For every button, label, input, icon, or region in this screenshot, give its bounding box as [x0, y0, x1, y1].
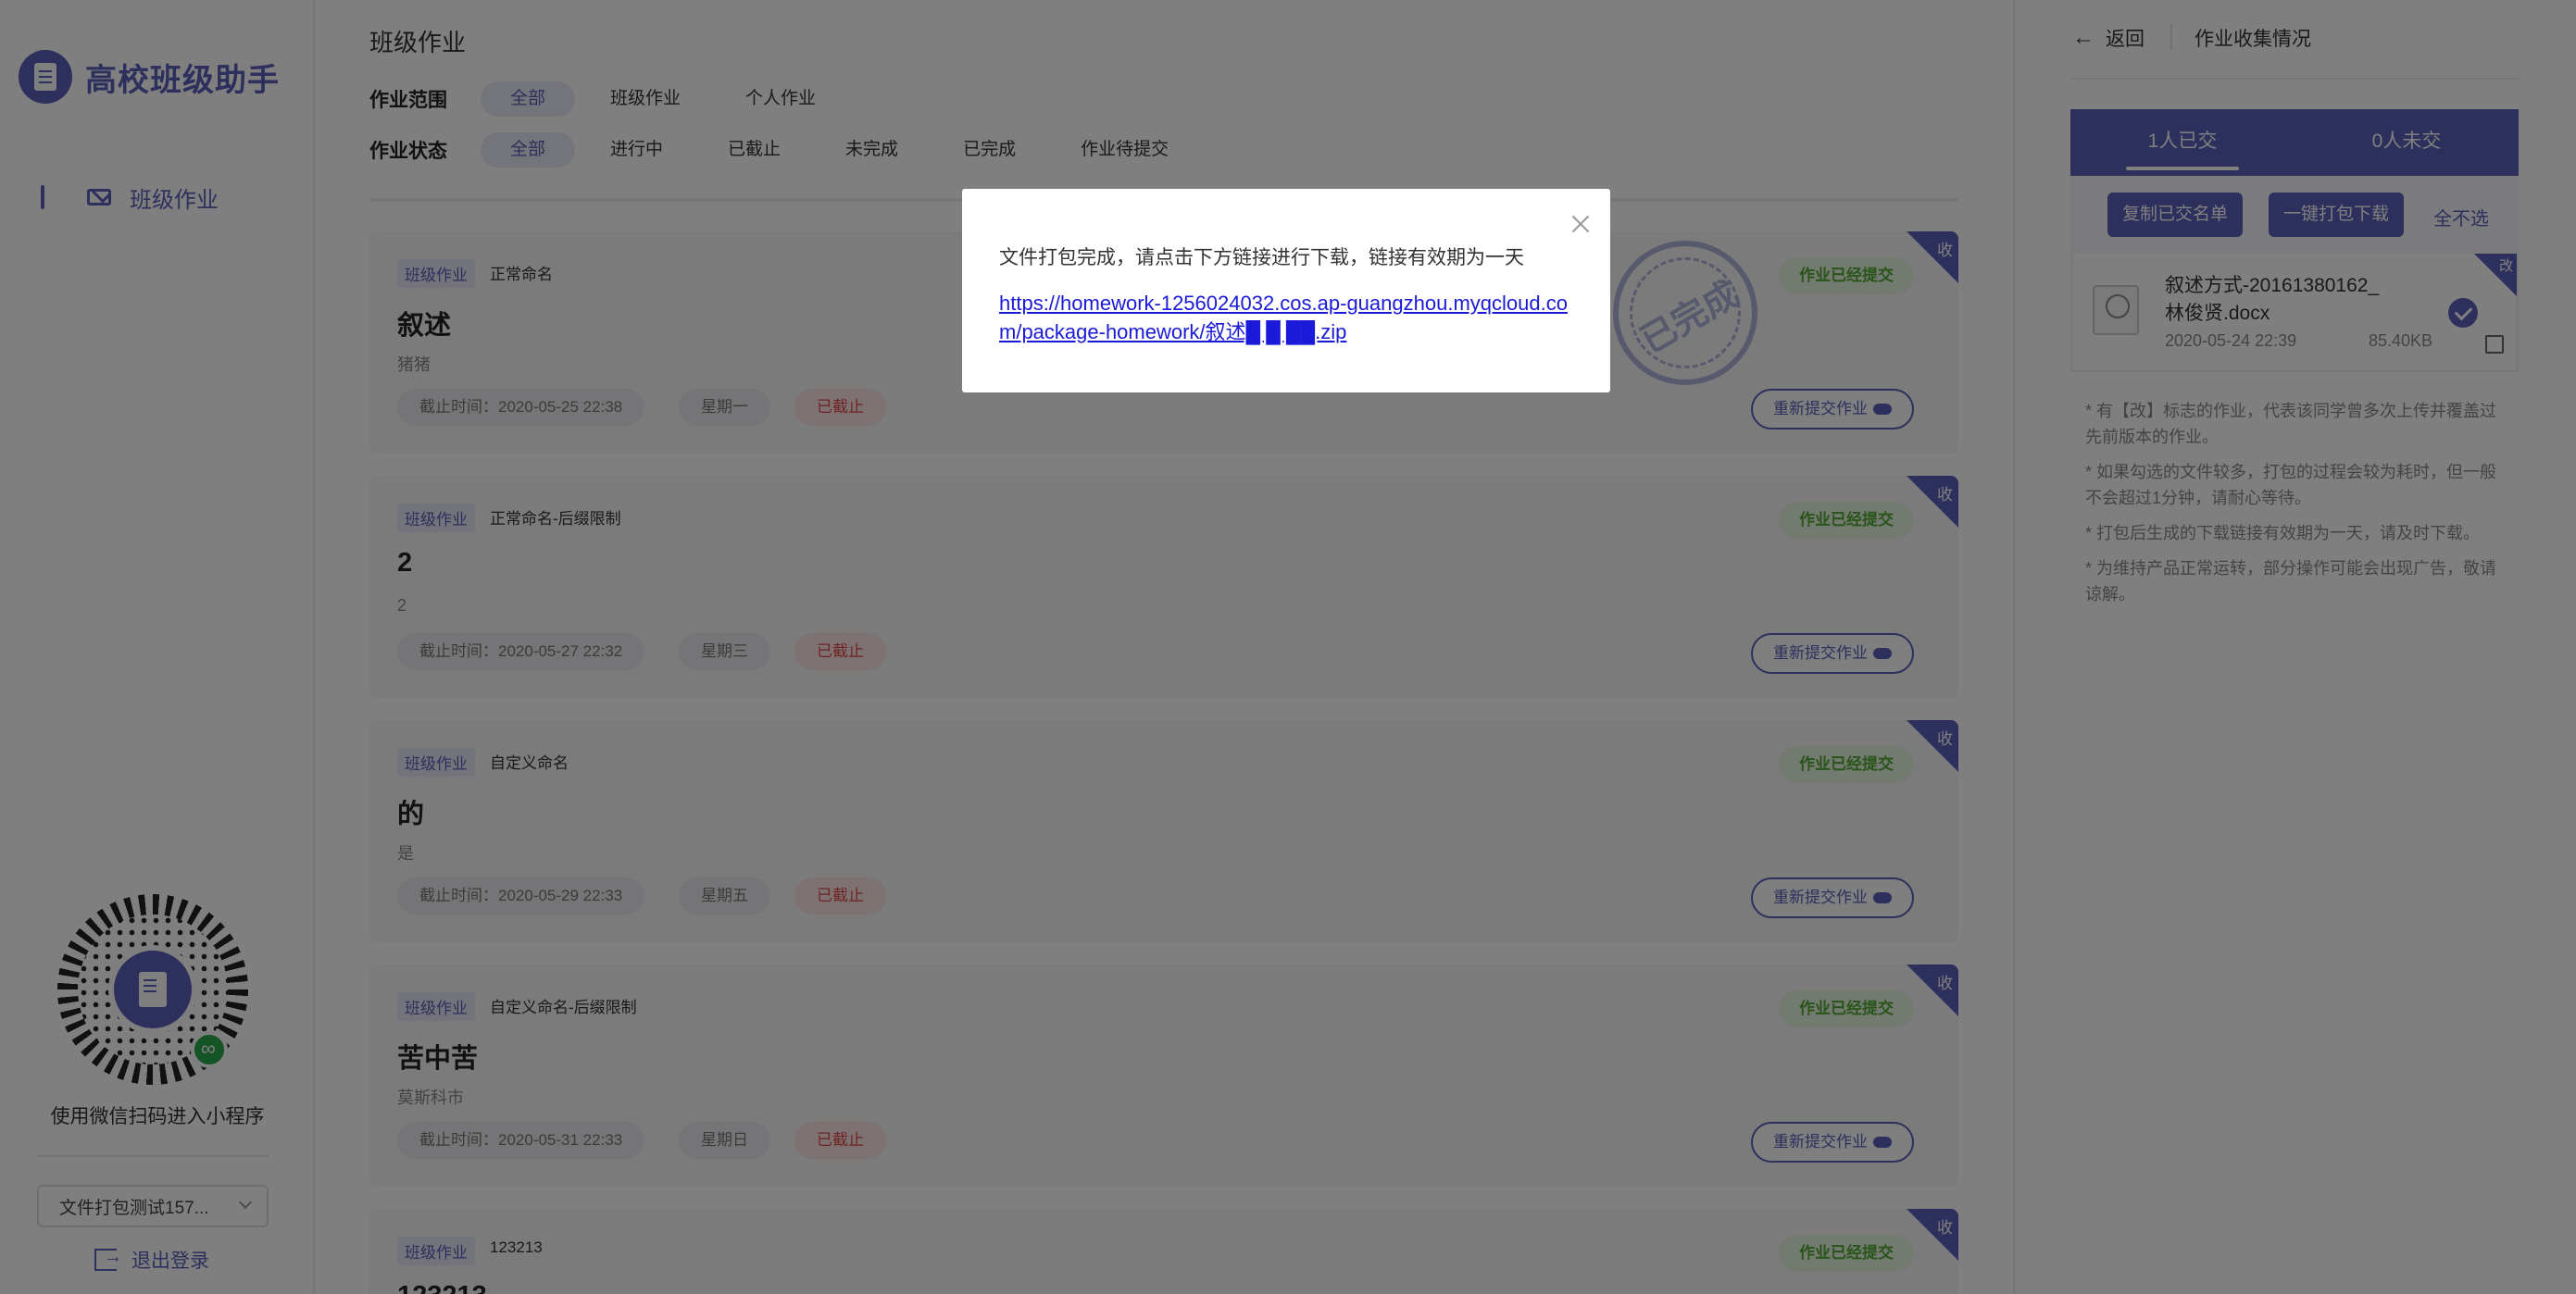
close-icon[interactable]: [1571, 215, 1590, 233]
download-link[interactable]: https://homework-1256024032.cos.ap-guang…: [999, 289, 1573, 346]
download-dialog: 文件打包完成，请点击下方链接进行下载，链接有效期为一天 https://home…: [962, 189, 1610, 392]
dialog-message: 文件打包完成，请点击下方链接进行下载，链接有效期为一天: [999, 247, 1524, 268]
